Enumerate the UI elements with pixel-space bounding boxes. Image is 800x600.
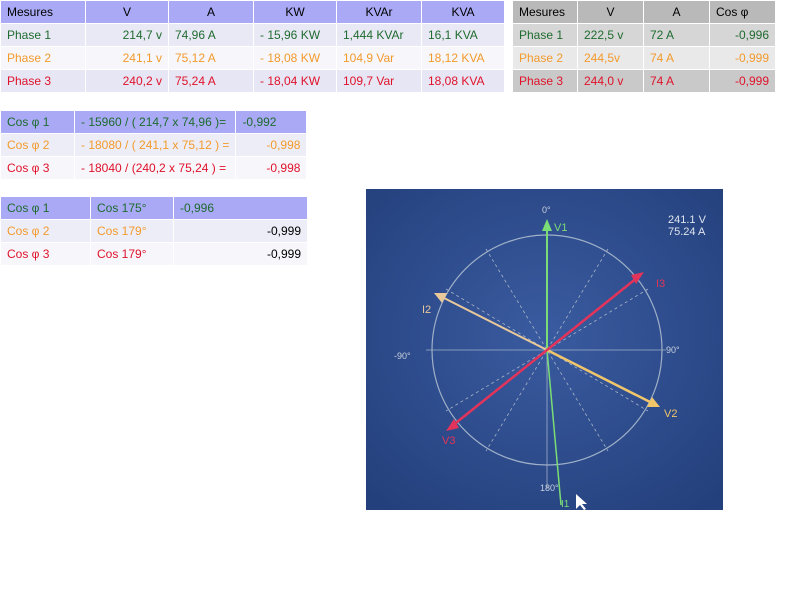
cos-angle: Cos 179° <box>91 243 173 265</box>
v3-label: V3 <box>442 435 455 447</box>
table-row: Phase 1 222,5 v 72 A -0,996 <box>513 24 775 46</box>
cos-angle-table: Cos φ 1 Cos 175° -0,996 Cos φ 2 Cos 179°… <box>0 196 308 266</box>
phase-label: Phase 3 <box>1 70 85 92</box>
cos-formula: - 18040 / (240,2 x 75,24 ) = <box>75 157 236 179</box>
current-cell: 74,96 A <box>169 24 253 46</box>
table-row: Phase 2 244,5v 74 A -0,999 <box>513 47 775 69</box>
table-row: Cos φ 3 Cos 179° -0,999 <box>1 243 307 265</box>
header-a: A <box>644 1 709 23</box>
phase-label: Phase 1 <box>513 24 577 46</box>
cos-value: -0,998 <box>236 134 307 156</box>
cos-cell: -0,999 <box>710 70 775 92</box>
header-v: V <box>86 1 168 23</box>
label-minus-90-deg: -90° <box>394 351 411 361</box>
voltage-cell: 241,1 v <box>86 47 168 69</box>
analyzer-table: Mesures V A Cos φ Phase 1 222,5 v 72 A -… <box>512 0 776 93</box>
cos-value: -0,992 <box>236 111 307 133</box>
kw-cell: - 15,96 KW <box>254 24 336 46</box>
cos-label: Cos φ 3 <box>1 157 74 179</box>
table-row: Phase 2 241,1 v 75,12 A - 18,08 KW 104,9… <box>1 47 504 69</box>
table-row: Phase 1 214,7 v 74,96 A - 15,96 KW 1,444… <box>1 24 504 46</box>
cos-value: -0,999 <box>174 220 307 242</box>
cos-value: -0,998 <box>236 157 307 179</box>
label-180-deg: 180° <box>540 483 559 493</box>
voltage-cell: 214,7 v <box>86 24 168 46</box>
table-row: Cos φ 2 Cos 179° -0,999 <box>1 220 307 242</box>
kvar-cell: 1,444 KVAr <box>337 24 421 46</box>
voltage-cell: 244,5v <box>578 47 643 69</box>
cos-value: -0,996 <box>174 197 307 219</box>
current-cell: 75,12 A <box>169 47 253 69</box>
header-kva: KVA <box>422 1 504 23</box>
table-row: Cos φ 2 - 18080 / ( 241,1 x 75,12 ) = -0… <box>1 134 307 156</box>
phase-label: Phase 2 <box>1 47 85 69</box>
measurements-table: Mesures V A KW KVAr KVA Phase 1 214,7 v … <box>0 0 505 93</box>
phase-label: Phase 3 <box>513 70 577 92</box>
kvar-cell: 109,7 Var <box>337 70 421 92</box>
header-kw: KW <box>254 1 336 23</box>
i3-label: I3 <box>656 278 665 290</box>
cos-calculation-table: Cos φ 1 - 15960 / ( 214,7 x 74,96 )= -0,… <box>0 110 307 180</box>
label-0-deg: 0° <box>542 205 551 215</box>
kva-cell: 18,08 KVA <box>422 70 504 92</box>
cos-label: Cos φ 2 <box>1 220 90 242</box>
v1-label: V1 <box>554 222 567 234</box>
header-kvar: KVAr <box>337 1 421 23</box>
table-row: Phase 3 240,2 v 75,24 A - 18,04 KW 109,7… <box>1 70 504 92</box>
cos-cell: -0,999 <box>710 47 775 69</box>
cos-label: Cos φ 2 <box>1 134 74 156</box>
table-header-row: Mesures V A KW KVAr KVA <box>1 1 504 23</box>
voltage-cell: 240,2 v <box>86 70 168 92</box>
cos-label: Cos φ 3 <box>1 243 90 265</box>
phase-label: Phase 1 <box>1 24 85 46</box>
header-mesures: Mesures <box>1 1 85 23</box>
cos-cell: -0,996 <box>710 24 775 46</box>
table-row: Phase 3 244,0 v 74 A -0,999 <box>513 70 775 92</box>
readout-current: 75.24 A <box>668 226 706 238</box>
cos-formula: - 15960 / ( 214,7 x 74,96 )= <box>75 111 236 133</box>
phasor-diagram-photo: 0° 90° -90° 180° 241.1 V 75.24 A V1 I1 V… <box>366 189 723 510</box>
header-mesures: Mesures <box>513 1 577 23</box>
i1-label: I1 <box>561 499 570 510</box>
table-row: Cos φ 1 - 15960 / ( 214,7 x 74,96 )= -0,… <box>1 111 307 133</box>
cos-label: Cos φ 1 <box>1 197 90 219</box>
phase-label: Phase 2 <box>513 47 577 69</box>
current-cell: 72 A <box>644 24 709 46</box>
label-90-deg: 90° <box>666 345 680 355</box>
kva-cell: 16,1 KVA <box>422 24 504 46</box>
kw-cell: - 18,04 KW <box>254 70 336 92</box>
phasor-diagram: 0° 90° -90° 180° 241.1 V 75.24 A V1 I1 V… <box>366 189 723 510</box>
readout-voltage: 241.1 V <box>668 214 707 226</box>
voltage-cell: 222,5 v <box>578 24 643 46</box>
i2-label: I2 <box>422 304 431 316</box>
cos-angle: Cos 175° <box>91 197 173 219</box>
cos-value: -0,999 <box>174 243 307 265</box>
kvar-cell: 104,9 Var <box>337 47 421 69</box>
v2-label: V2 <box>664 408 677 420</box>
table-header-row: Mesures V A Cos φ <box>513 1 775 23</box>
cos-angle: Cos 179° <box>91 220 173 242</box>
table-row: Cos φ 3 - 18040 / (240,2 x 75,24 ) = -0,… <box>1 157 307 179</box>
header-cos: Cos φ <box>710 1 775 23</box>
current-cell: 74 A <box>644 47 709 69</box>
cos-formula: - 18080 / ( 241,1 x 75,12 ) = <box>75 134 236 156</box>
cos-label: Cos φ 1 <box>1 111 74 133</box>
header-a: A <box>169 1 253 23</box>
kw-cell: - 18,08 KW <box>254 47 336 69</box>
kva-cell: 18,12 KVA <box>422 47 504 69</box>
current-cell: 75,24 A <box>169 70 253 92</box>
voltage-cell: 244,0 v <box>578 70 643 92</box>
table-row: Cos φ 1 Cos 175° -0,996 <box>1 197 307 219</box>
current-cell: 74 A <box>644 70 709 92</box>
header-v: V <box>578 1 643 23</box>
